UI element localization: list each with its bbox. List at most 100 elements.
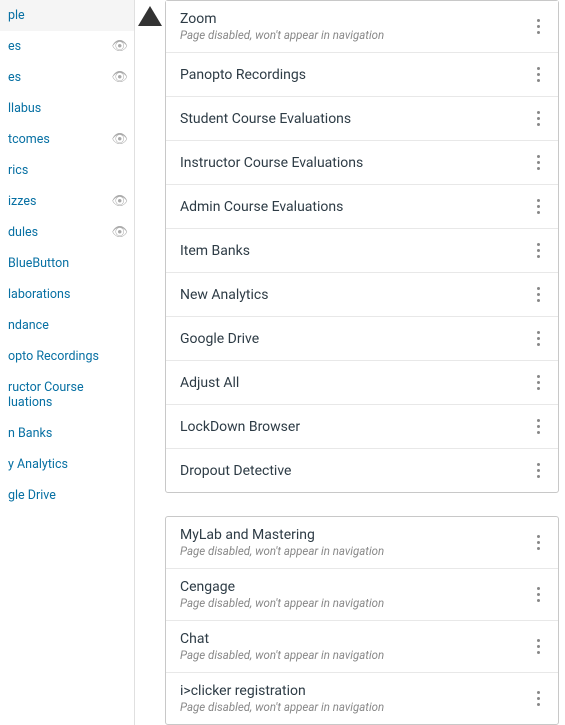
nav-item-google-drive[interactable]: Google Drive: [166, 317, 558, 361]
sidebar-item-14[interactable]: y Analytics: [0, 449, 134, 480]
nav-item-subtitle: Page disabled, won't appear in navigatio…: [180, 28, 529, 42]
disabled-item-iclicker[interactable]: i>clicker registrationPage disabled, won…: [166, 673, 558, 724]
nav-item-subtitle: Page disabled, won't appear in navigatio…: [180, 544, 529, 558]
sidebar-item-5[interactable]: rics: [0, 155, 134, 186]
list-area: ZoomPage disabled, won't appear in navig…: [165, 0, 565, 725]
sidebar-item-12[interactable]: ructor Course luations: [0, 372, 134, 418]
nav-item-title: New Analytics: [180, 287, 529, 303]
nav-item-content: New Analytics: [180, 287, 529, 303]
sidebar-item-label: ple: [8, 8, 25, 23]
sidebar-item-1[interactable]: es 👁: [0, 31, 134, 62]
drag-zone: [165, 493, 565, 516]
nav-item-more-menu[interactable]: [529, 195, 548, 218]
sidebar-item-label: ructor Course luations: [8, 380, 128, 410]
disabled-item-mylab[interactable]: MyLab and MasteringPage disabled, won't …: [166, 517, 558, 569]
nav-item-zoom[interactable]: ZoomPage disabled, won't appear in navig…: [166, 1, 558, 53]
nav-item-more-menu[interactable]: [529, 583, 548, 606]
three-dots-icon: [533, 151, 544, 174]
three-dots-icon: [533, 531, 544, 554]
nav-item-more-menu[interactable]: [529, 151, 548, 174]
nav-item-more-menu[interactable]: [529, 415, 548, 438]
nav-item-dropout[interactable]: Dropout Detective: [166, 449, 558, 492]
nav-item-title: Admin Course Evaluations: [180, 199, 529, 215]
nav-item-subtitle: Page disabled, won't appear in navigatio…: [180, 648, 529, 662]
nav-item-more-menu[interactable]: [529, 687, 548, 710]
nav-item-admin-eval[interactable]: Admin Course Evaluations: [166, 185, 558, 229]
sidebar-item-label: BlueButton: [8, 256, 69, 271]
sidebar-item-0[interactable]: ple: [0, 0, 134, 31]
sidebar-item-7[interactable]: dules 👁: [0, 217, 134, 248]
sidebar-item-13[interactable]: n Banks: [0, 418, 134, 449]
nav-item-item-banks[interactable]: Item Banks: [166, 229, 558, 273]
sidebar-item-label: ndance: [8, 318, 49, 333]
nav-item-new-analytics[interactable]: New Analytics: [166, 273, 558, 317]
nav-item-content: Dropout Detective: [180, 463, 529, 479]
nav-item-more-menu[interactable]: [529, 283, 548, 306]
nav-item-content: Instructor Course Evaluations: [180, 155, 529, 171]
nav-item-title: Google Drive: [180, 331, 529, 347]
nav-item-content: i>clicker registrationPage disabled, won…: [180, 683, 529, 714]
nav-item-content: MyLab and MasteringPage disabled, won't …: [180, 527, 529, 558]
nav-item-title: LockDown Browser: [180, 419, 529, 435]
three-dots-icon: [533, 415, 544, 438]
eye-icon[interactable]: 👁: [111, 132, 128, 147]
nav-item-panopto[interactable]: Panopto Recordings: [166, 53, 558, 97]
nav-item-title: Item Banks: [180, 243, 529, 259]
sidebar-item-11[interactable]: opto Recordings: [0, 341, 134, 372]
three-dots-icon: [533, 327, 544, 350]
nav-item-title: Student Course Evaluations: [180, 111, 529, 127]
up-arrow-icon: [138, 6, 162, 26]
nav-item-more-menu[interactable]: [529, 371, 548, 394]
eye-icon[interactable]: 👁: [111, 70, 128, 85]
nav-item-title: MyLab and Mastering: [180, 527, 529, 543]
nav-item-more-menu[interactable]: [529, 635, 548, 658]
sidebar-item-2[interactable]: es👁: [0, 62, 134, 93]
nav-item-more-menu[interactable]: [529, 327, 548, 350]
three-dots-icon: [533, 195, 544, 218]
sidebar-item-4[interactable]: tcomes👁: [0, 124, 134, 155]
nav-item-content: LockDown Browser: [180, 419, 529, 435]
nav-item-content: ZoomPage disabled, won't appear in navig…: [180, 11, 529, 42]
disabled-item-cengage[interactable]: CengagePage disabled, won't appear in na…: [166, 569, 558, 621]
sidebar-item-label: opto Recordings: [8, 349, 99, 364]
sidebar-item-9[interactable]: laborations: [0, 279, 134, 310]
nav-item-title: Adjust All: [180, 375, 529, 391]
nav-item-content: Adjust All: [180, 375, 529, 391]
three-dots-icon: [533, 63, 544, 86]
three-dots-icon: [533, 239, 544, 262]
three-dots-icon: [533, 107, 544, 130]
eye-icon[interactable]: 👁: [111, 194, 128, 209]
nav-item-lockdown[interactable]: LockDown Browser: [166, 405, 558, 449]
sidebar-item-label: es: [8, 39, 21, 54]
three-dots-icon: [533, 583, 544, 606]
eye-icon[interactable]: 👁: [111, 39, 128, 54]
sidebar-item-label: laborations: [8, 287, 70, 302]
nav-item-more-menu[interactable]: [529, 531, 548, 554]
sidebar-item-label: dules: [8, 225, 38, 240]
sidebar-item-6[interactable]: izzes👁: [0, 186, 134, 217]
nav-item-more-menu[interactable]: [529, 459, 548, 482]
sidebar-item-label: n Banks: [8, 426, 52, 441]
nav-item-adjust-all[interactable]: Adjust All: [166, 361, 558, 405]
disabled-items-list: MyLab and MasteringPage disabled, won't …: [165, 516, 559, 725]
nav-item-content: CengagePage disabled, won't appear in na…: [180, 579, 529, 610]
nav-item-more-menu[interactable]: [529, 15, 548, 38]
sidebar-item-15[interactable]: gle Drive: [0, 480, 134, 511]
sidebar-item-8[interactable]: BlueButton: [0, 248, 134, 279]
three-dots-icon: [533, 687, 544, 710]
sidebar-item-3[interactable]: llabus: [0, 93, 134, 124]
nav-item-student-eval[interactable]: Student Course Evaluations: [166, 97, 558, 141]
nav-item-more-menu[interactable]: [529, 107, 548, 130]
sidebar-item-label: y Analytics: [8, 457, 68, 472]
nav-item-content: Google Drive: [180, 331, 529, 347]
nav-item-more-menu[interactable]: [529, 63, 548, 86]
sidebar-item-10[interactable]: ndance: [0, 310, 134, 341]
sidebar: plees👁es👁llabustcomes👁ricsizzes👁dules👁Bl…: [0, 0, 135, 725]
nav-item-more-menu[interactable]: [529, 239, 548, 262]
nav-items-list: ZoomPage disabled, won't appear in navig…: [165, 0, 559, 493]
nav-item-instructor-eval[interactable]: Instructor Course Evaluations: [166, 141, 558, 185]
nav-item-subtitle: Page disabled, won't appear in navigatio…: [180, 596, 529, 610]
eye-icon[interactable]: 👁: [111, 225, 128, 240]
three-dots-icon: [533, 283, 544, 306]
nav-item-content: Panopto Recordings: [180, 67, 529, 83]
